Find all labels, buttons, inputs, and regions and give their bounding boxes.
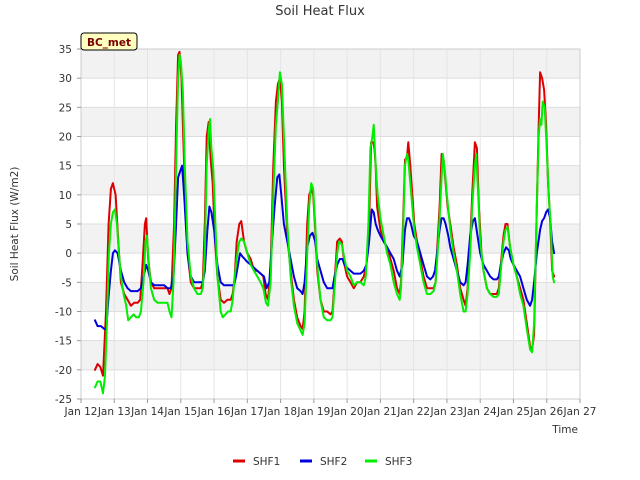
x-tick-label: Jan 22 (396, 406, 430, 418)
x-tick-label: Jan 27 (563, 406, 597, 418)
legend-label-shf1: SHF1 (253, 456, 280, 468)
x-tick-label: Jan 14 (130, 406, 164, 418)
x-axis-title: Time (551, 424, 578, 436)
soil-heat-flux-chart: -25-20-15-10-505101520253035 Jan 12 Jan 1… (0, 0, 640, 480)
site-tag: BC_met (80, 32, 138, 51)
y-tick-label: -15 (55, 336, 72, 348)
x-tick-label: Jan 24 (463, 406, 497, 418)
grid-band (81, 49, 580, 79)
y-tick-label: -10 (55, 307, 72, 319)
site-tag-label: BC_met (87, 37, 131, 49)
grid-band (81, 107, 580, 137)
chart-title: Soil Heat Flux (275, 4, 365, 19)
y-tick-label: 35 (59, 44, 72, 56)
y-tick-label: -25 (55, 394, 72, 406)
x-tick-label: Jan 25 (496, 406, 530, 418)
y-tick-label: -20 (55, 365, 72, 377)
y-tick-label: 25 (59, 102, 72, 114)
grid-band (81, 165, 580, 195)
x-tick-label: Jan 18 (263, 406, 297, 418)
y-tick-label: 15 (59, 161, 72, 173)
grid-band (81, 340, 580, 370)
x-tick-label: Jan 23 (429, 406, 463, 418)
grid-band (81, 282, 580, 312)
y-tick-label: 20 (59, 132, 72, 144)
x-tick-label: Jan 13 (97, 406, 131, 418)
x-tick-label: Jan 16 (197, 406, 231, 418)
x-tick-label: Jan 15 (163, 406, 197, 418)
y-tick-label: 0 (65, 248, 72, 260)
y-tick-label: 10 (59, 190, 72, 202)
x-tick-label: Jan 26 (529, 406, 563, 418)
y-tick-label: 5 (65, 219, 72, 231)
x-tick-label: Jan 21 (363, 406, 397, 418)
y-tick-label: -5 (62, 277, 72, 289)
x-tick-label: Jan 20 (330, 406, 364, 418)
x-tick-label: Jan 17 (230, 406, 264, 418)
x-tick-label: Jan 12 (64, 406, 98, 418)
legend-label-shf2: SHF2 (320, 456, 347, 468)
y-tick-label: 30 (59, 73, 72, 85)
y-axis-title: Soil Heat Flux (W/m2) (9, 167, 21, 282)
x-tick-label: Jan 19 (296, 406, 330, 418)
legend: SHF1 SHF2 SHF3 (233, 456, 412, 468)
legend-label-shf3: SHF3 (385, 456, 412, 468)
